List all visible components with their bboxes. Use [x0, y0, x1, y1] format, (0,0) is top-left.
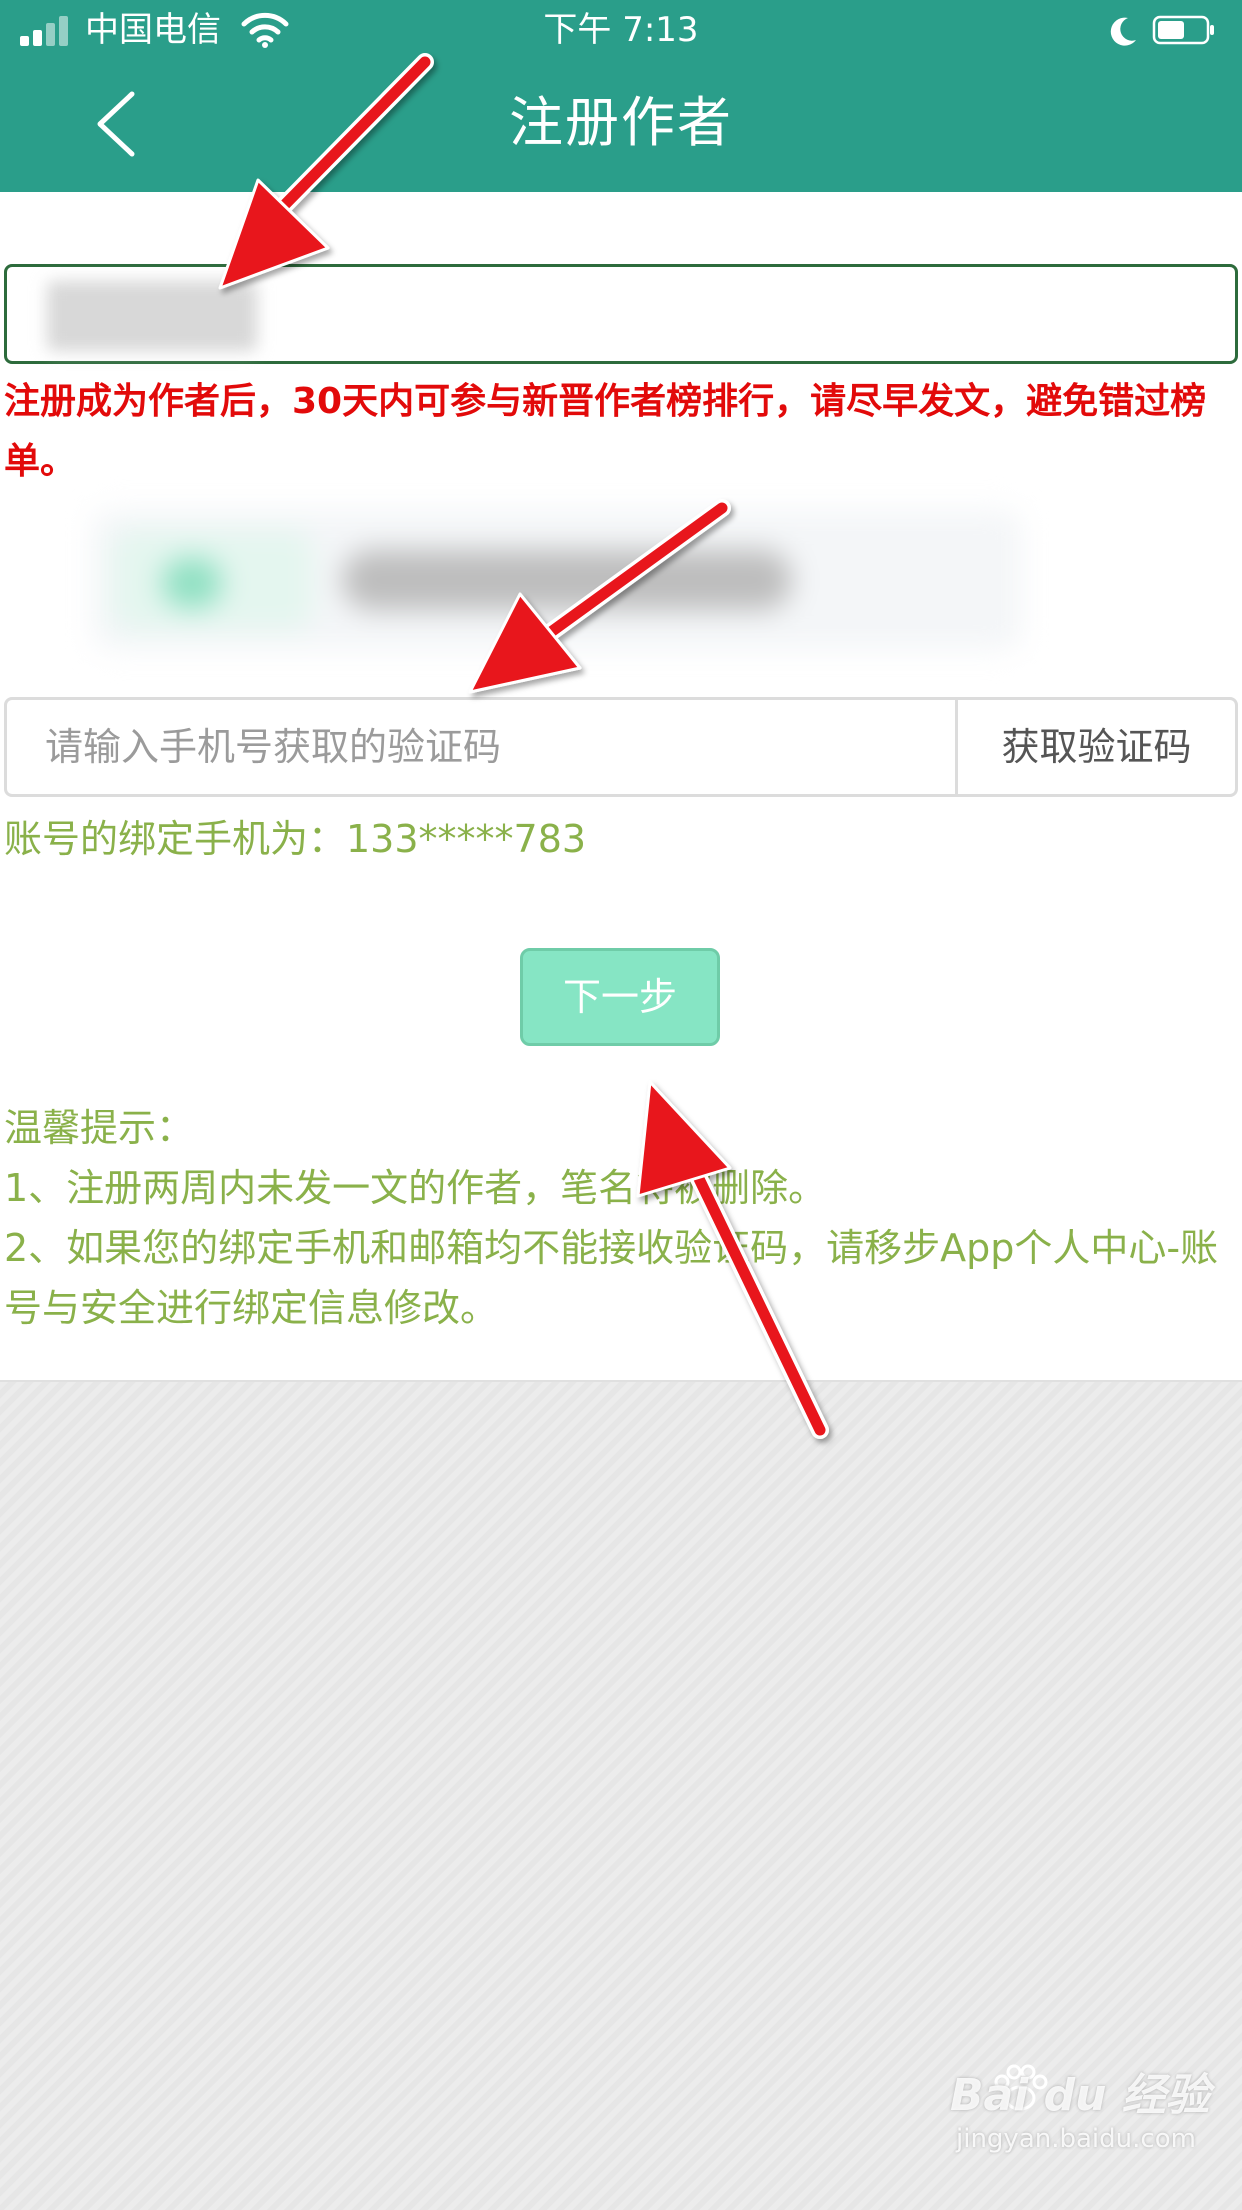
register-form: 注册成为作者后，30天内可参与新晋作者榜排行，请尽早发文，避免错过榜单。 获取验… — [0, 192, 1242, 1380]
battery-icon — [1152, 15, 1214, 45]
get-code-button[interactable]: 获取验证码 — [955, 700, 1235, 794]
baidu-jingyan-watermark: Bai du 经验 jingyan.baidu.com — [950, 2070, 1210, 2156]
pen-name-field[interactable] — [4, 264, 1238, 364]
watermark-site: jingyan.baidu.com — [956, 2124, 1196, 2154]
status-bar: 中国电信 下午 7:13 — [0, 0, 1242, 60]
verification-code-row: 获取验证码 — [4, 697, 1238, 797]
bound-phone-text: 账号的绑定手机为：133*****783 — [4, 817, 587, 861]
page-title: 注册作者 — [509, 91, 733, 154]
tip-item: 2、如果您的绑定手机和邮箱均不能接收验证码，请移步App个人中心-账号与安全进行… — [4, 1226, 1219, 1330]
status-time: 下午 7:13 — [543, 10, 699, 50]
redacted-email-row — [92, 510, 1022, 650]
tip-item: 1、注册两周内未发一文的作者，笔名将被删除。 — [4, 1166, 827, 1210]
tips-section: 温馨提示： 1、注册两周内未发一文的作者，笔名将被删除。 2、如果您的绑定手机和… — [4, 1098, 1238, 1338]
tips-heading: 温馨提示： — [4, 1106, 195, 1150]
navigation-bar: 注册作者 — [0, 60, 1242, 192]
do-not-disturb-moon-icon — [1110, 17, 1136, 46]
next-step-button[interactable]: 下一步 — [520, 948, 720, 1046]
watermark-brand: Bai du 经验 — [950, 2070, 1210, 2121]
ranking-notice: 注册成为作者后，30天内可参与新晋作者榜排行，请尽早发文，避免错过榜单。 — [4, 381, 1207, 482]
verification-code-input[interactable] — [7, 700, 955, 794]
redacted-pen-name — [47, 281, 257, 351]
